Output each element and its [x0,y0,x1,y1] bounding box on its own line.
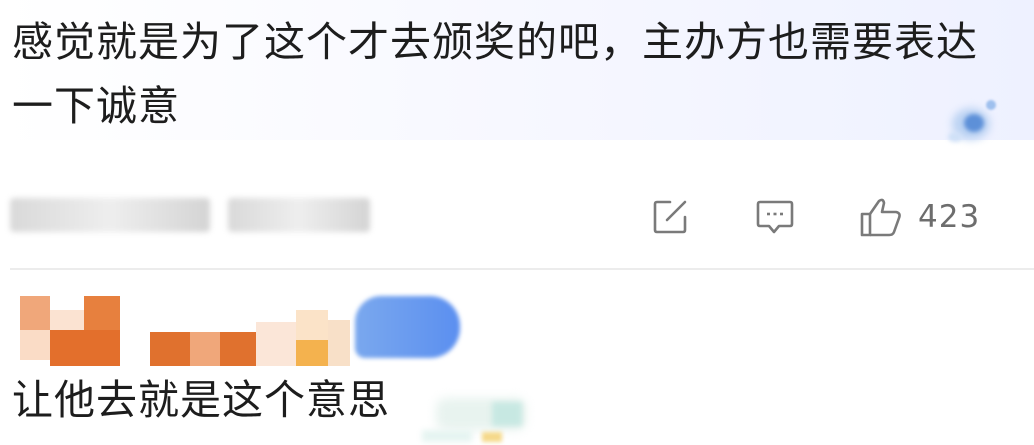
decorative-sticker-icon [422,392,542,442]
share-button[interactable] [648,194,692,240]
share-icon [648,195,692,239]
user-badge-redacted [355,296,460,358]
comment-item[interactable]: 感觉就是为了这个才去颁奖的吧，主办方也需要表达一下诚意 423 [0,0,1034,268]
decorative-sticker-icon [946,96,1004,148]
thumbs-up-icon [856,194,906,240]
timestamp-location-redacted [10,198,210,232]
avatar-redacted[interactable] [20,296,120,366]
like-button[interactable]: 423 [856,194,980,240]
username-redacted[interactable] [150,310,350,366]
comment-meta-row: 423 [0,192,1034,242]
comment-icon [752,195,798,239]
comment-text: 感觉就是为了这个才去颁奖的吧，主办方也需要表达一下诚意 [12,18,978,130]
location-redacted [228,198,370,232]
comment-text: 让他去就是这个意思 [12,376,390,424]
like-count: 423 [918,199,981,235]
comment-item[interactable]: 让他去就是这个意思 [0,270,1034,445]
reply-button[interactable] [752,194,798,240]
